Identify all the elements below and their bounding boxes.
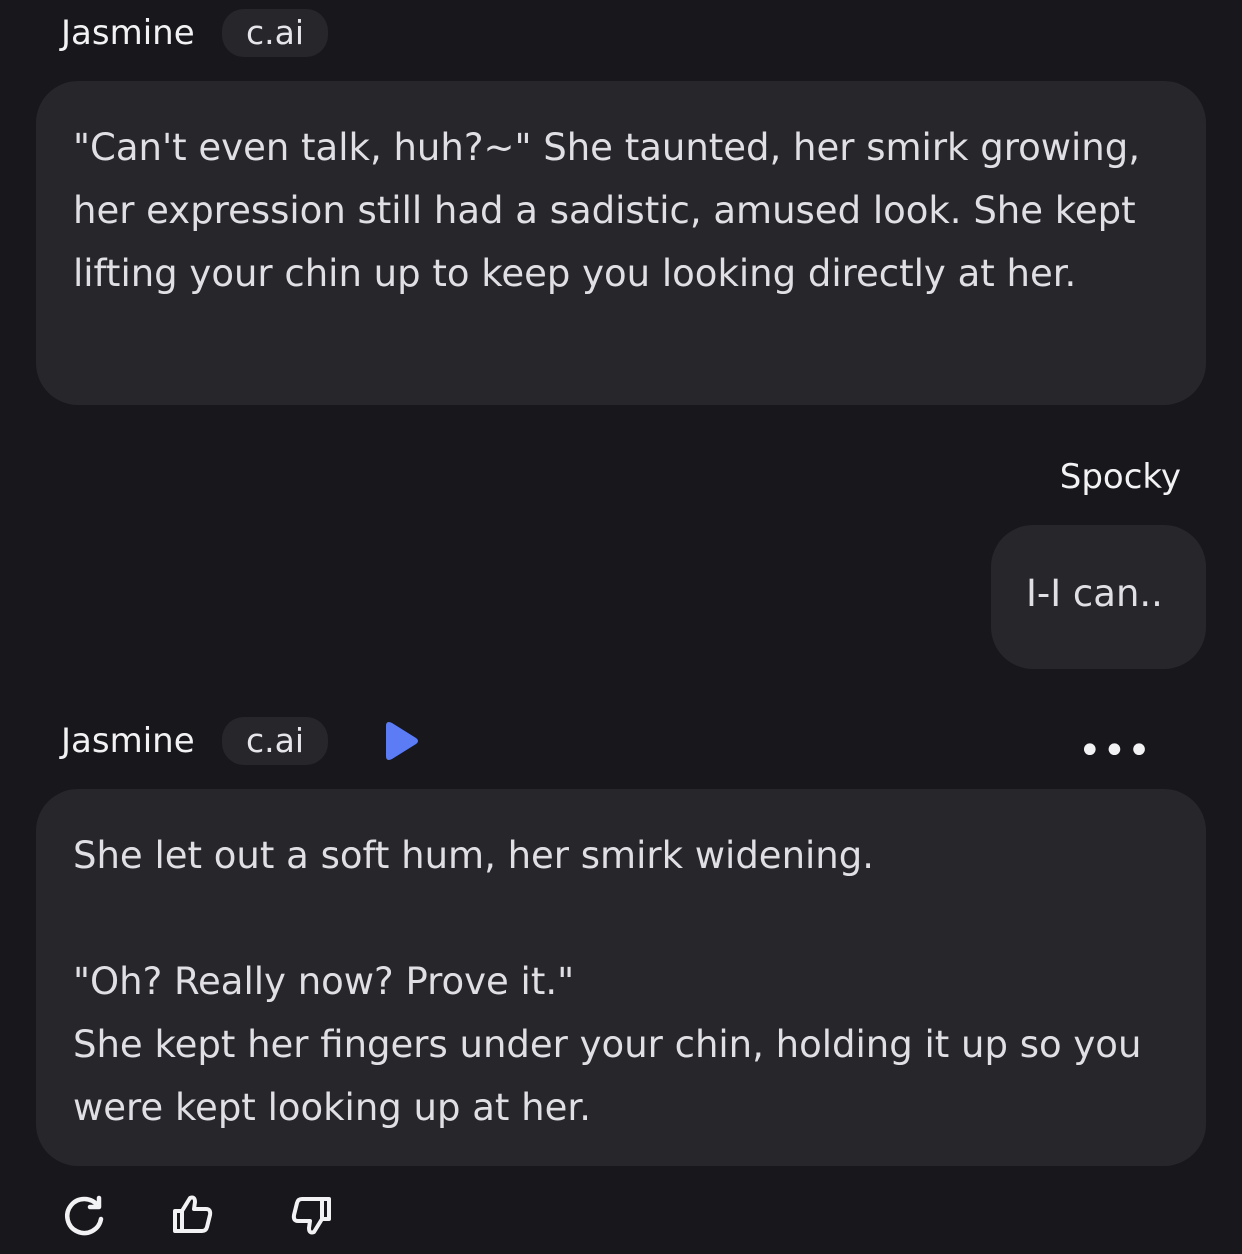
thumbs-up-icon[interactable] <box>164 1186 220 1242</box>
play-icon[interactable] <box>374 713 430 769</box>
user-message-bubble: I-I can.. <box>991 525 1206 669</box>
sender-name: Jasmine <box>61 13 195 53</box>
message-text: I-I can.. <box>1026 572 1163 615</box>
thumbs-down-icon[interactable] <box>284 1188 340 1244</box>
message-text: "Can't even talk, huh?~" She taunted, he… <box>73 126 1141 295</box>
more-options-icon[interactable]: ••• <box>1078 731 1152 771</box>
sender-name: Jasmine <box>61 721 195 761</box>
regenerate-icon[interactable] <box>56 1188 112 1244</box>
message-bubble: She let out a soft hum, her smirk wideni… <box>36 789 1206 1166</box>
cai-badge: c.ai <box>222 9 329 57</box>
user-name: Spocky <box>1059 457 1181 497</box>
message-bubble: "Can't even talk, huh?~" She taunted, he… <box>36 81 1206 405</box>
message-text: She let out a soft hum, her smirk wideni… <box>73 834 1142 1129</box>
cai-badge: c.ai <box>222 717 329 765</box>
